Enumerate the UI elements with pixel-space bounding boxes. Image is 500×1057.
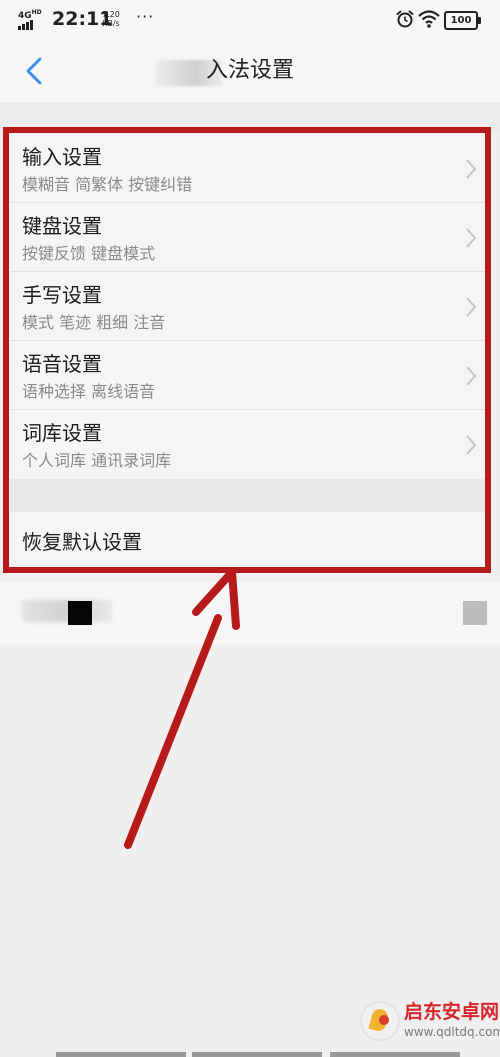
watermark-name: 启东安卓网 — [404, 1001, 500, 1023]
settings-item-subtitle: 模式 笔迹 粗细 注音 — [22, 313, 166, 332]
section-spacer — [10, 479, 488, 512]
settings-item-subtitle: 语种选择 离线语音 — [22, 382, 156, 401]
cellular-signal-icon: 4GHD — [18, 8, 44, 30]
chevron-right-icon — [466, 435, 477, 455]
settings-item-title: 键盘设置 — [22, 214, 102, 238]
site-watermark: 启东安卓网 www.qdltdq.com — [360, 993, 500, 1051]
section-spacer — [0, 102, 500, 132]
wifi-icon — [418, 10, 440, 28]
chevron-right-icon — [466, 297, 477, 317]
network-speed: 7.20 KB/s — [102, 10, 120, 28]
settings-item-input[interactable]: 输入设置 模糊音 简繁体 按键纠错 — [10, 134, 488, 203]
site-logo-icon — [360, 1001, 400, 1041]
top-app-bar: 入法设置 — [0, 40, 500, 102]
chevron-right-icon — [466, 366, 477, 386]
chevron-left-icon[interactable] — [22, 56, 48, 86]
annotation-arrow — [124, 568, 240, 849]
settings-item-subtitle: 模糊音 简繁体 按键纠错 — [22, 175, 193, 194]
watermark-url: www.qdltdq.com — [404, 1025, 500, 1039]
alarm-icon — [396, 10, 414, 28]
settings-list: 输入设置 模糊音 简繁体 按键纠错 键盘设置 按键反馈 键盘模式 手写设置 模式… — [10, 134, 488, 576]
settings-item-handwriting[interactable]: 手写设置 模式 笔迹 粗细 注音 — [10, 272, 488, 341]
settings-item-title: 词库设置 — [22, 421, 102, 445]
settings-item-title: 输入设置 — [22, 145, 102, 169]
settings-item-title: 手写设置 — [22, 283, 102, 307]
reset-defaults-label: 恢复默认设置 — [22, 530, 142, 554]
settings-item-subtitle: 按键反馈 键盘模式 — [22, 244, 156, 263]
settings-item-title: 语音设置 — [22, 352, 102, 376]
settings-item-subtitle: 个人词库 通讯录词库 — [22, 451, 172, 470]
bottom-edge — [0, 1052, 500, 1057]
status-bar: 4GHD 22:11 7.20 KB/s ··· 100 — [0, 0, 500, 40]
more-notifications-icon: ··· — [136, 7, 155, 26]
settings-item-voice[interactable]: 语音设置 语种选择 离线语音 — [10, 341, 488, 410]
battery-icon: 100 — [444, 11, 481, 30]
settings-item-keyboard[interactable]: 键盘设置 按键反馈 键盘模式 — [10, 203, 488, 272]
chevron-right-icon — [466, 228, 477, 248]
settings-item-lexicon[interactable]: 词库设置 个人词库 通讯录词库 — [10, 410, 488, 479]
chevron-right-icon — [466, 159, 477, 179]
page-title: 入法设置 — [205, 58, 294, 83]
